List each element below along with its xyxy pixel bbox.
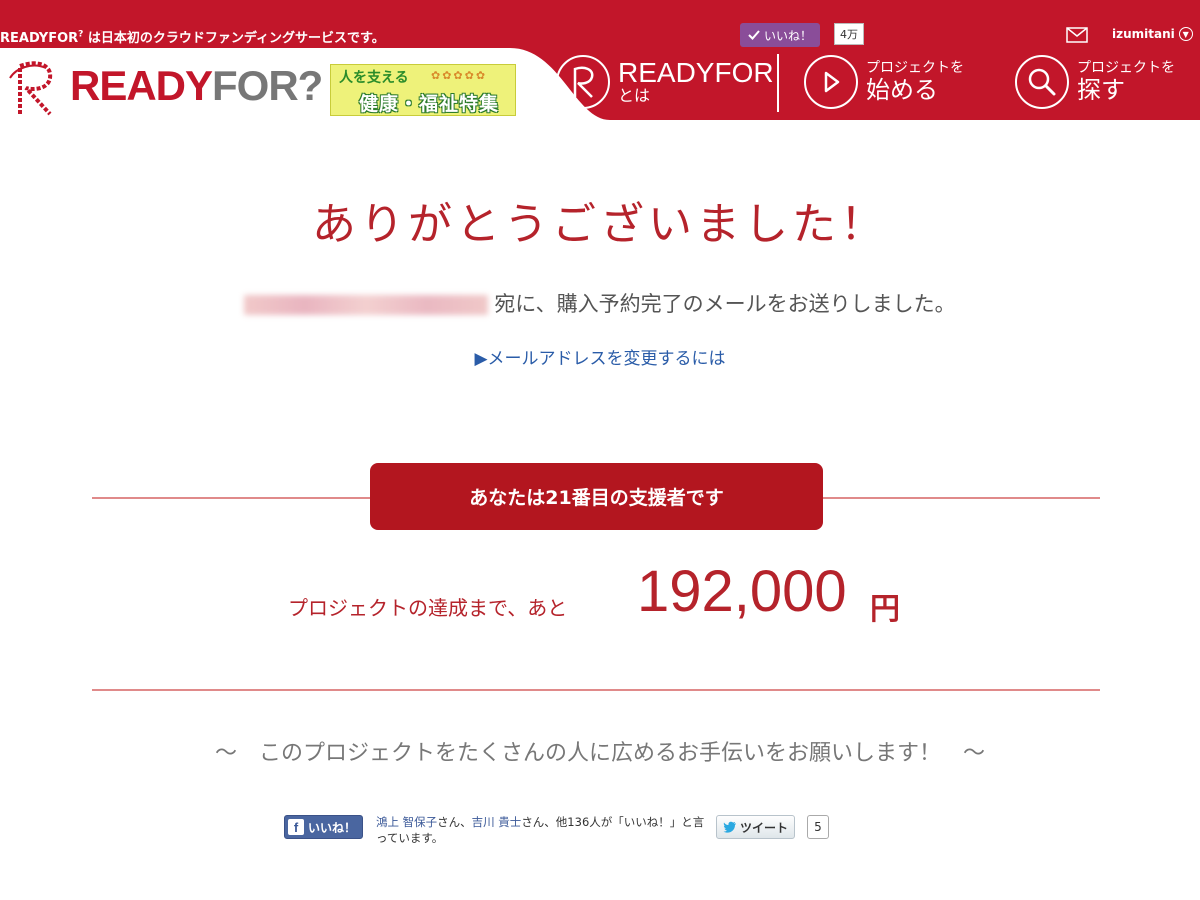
user-menu[interactable]: izumitani ▼ [1112, 27, 1193, 41]
chevron-down-icon: ▼ [1178, 27, 1193, 41]
nav-separator [777, 54, 779, 112]
nav-about-line1: READYFOR [618, 57, 774, 88]
share-request-text: 〜 このプロジェクトをたくさんの人に広めるお手伝いをお願いします！ 〜 [214, 741, 985, 766]
facebook-like-button[interactable]: f いいね！ [284, 815, 364, 839]
facebook-icon: f [288, 819, 304, 835]
nav-search-line1: プロジェクトを [1077, 60, 1175, 76]
search-icon [1015, 55, 1069, 109]
page-title: ありがとうございました！ [312, 199, 888, 250]
nav-search-project[interactable]: プロジェクトを 探す [1015, 50, 1175, 114]
header-like-label: いいね！ [764, 28, 813, 43]
nav-start-line2: 始める [866, 76, 938, 104]
play-icon [804, 55, 858, 109]
mail-icon[interactable] [1066, 27, 1088, 43]
nav-start-project[interactable]: プロジェクトを 始める [804, 50, 964, 114]
tagline-brand: READYFOR [0, 31, 79, 46]
facebook-friend-1[interactable]: 鴻上 智保子 [376, 815, 437, 829]
header-like-count: 4万 [834, 23, 864, 45]
mail-sent-text: 宛に、購入予約完了のメールをお送りしました。 [494, 292, 956, 316]
logo-text-red: READY [70, 62, 213, 109]
readyfor-circle-icon [556, 55, 610, 109]
site-tagline: READYFOR? は日本初のクラウドファンディングサービスです。 [0, 27, 385, 46]
facebook-friend-2[interactable]: 吉川 貴士 [472, 815, 522, 829]
tweet-label: ツイート [740, 820, 789, 835]
nav-start-line1: プロジェクトを [866, 60, 964, 76]
change-email-link-text[interactable]: ▶メールアドレスを変更するには [474, 349, 725, 369]
readyfor-logo-icon[interactable] [6, 58, 64, 118]
health-welfare-banner[interactable]: 人を支える ✿✿✿✿✿ 健康・福祉特集 [330, 64, 516, 116]
facebook-like-label: いいね！ [308, 820, 357, 835]
facebook-san-1: さん、 [437, 815, 472, 829]
banner-main-text: 健康・福祉特集 [359, 93, 500, 115]
mail-sent-message: 宛に、購入予約完了のメールをお送りしました。 [0, 288, 1200, 318]
remaining-unit: 円 [870, 592, 900, 627]
logo-wordmark[interactable]: READYFOR? [70, 62, 323, 110]
username: izumitani [1112, 27, 1175, 41]
site-header: READYFOR? は日本初のクラウドファンディングサービスです。 いいね！ 4… [0, 0, 1200, 120]
supporter-badge: あなたは21番目の支援者です [370, 463, 823, 530]
twitter-bird-icon [723, 821, 736, 833]
facebook-social-context: 鴻上 智保子さん、吉川 貴士さん、他136人が「いいね！」と言っています。 [376, 814, 706, 846]
nav-about-readyfor[interactable]: READYFOR とは [556, 50, 774, 114]
tagline-text: は日本初のクラウドファンディングサービスです。 [83, 31, 385, 46]
tweet-button[interactable]: ツイート [716, 815, 796, 839]
change-email-link: ▶メールアドレスを変更するには [0, 344, 1200, 369]
nav-about-line2: とは [618, 86, 651, 105]
remaining-label: プロジェクトの達成まで、あと [288, 596, 568, 620]
banner-illustration: ✿✿✿✿✿ [431, 69, 488, 82]
banner-small-text: 人を支える [339, 70, 409, 86]
divider-bottom [92, 689, 1100, 691]
check-icon [748, 30, 760, 40]
nav-search-line2: 探す [1077, 76, 1125, 104]
logo-text-grey: FOR? [212, 62, 323, 109]
blurred-email-address [244, 295, 489, 315]
tweet-count: 5 [807, 815, 829, 839]
remaining-amount: 192,000 [637, 559, 847, 624]
header-like-button[interactable]: いいね！ [740, 23, 821, 47]
